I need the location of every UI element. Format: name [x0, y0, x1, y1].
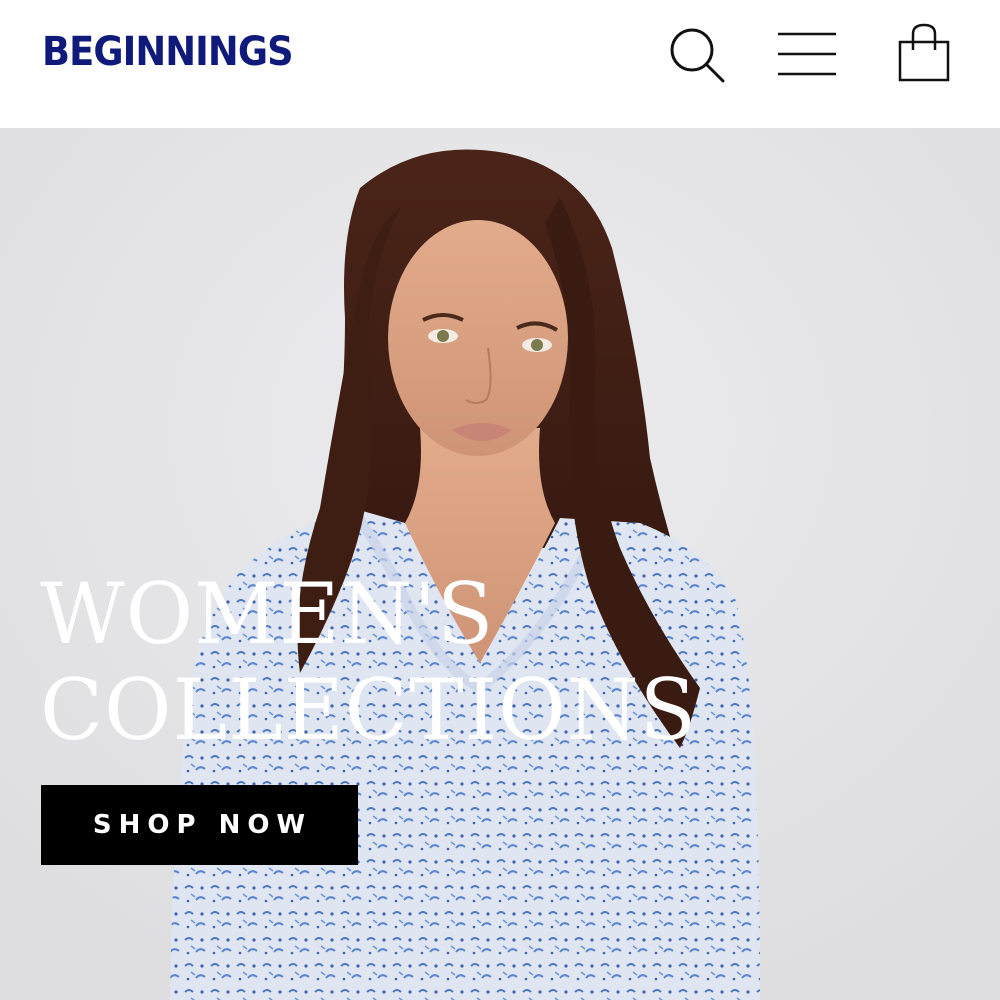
site-header: BEGINNINGS: [0, 0, 1000, 128]
hero-title-line2: COLLECTIONS: [40, 661, 698, 759]
model-photo: [0, 128, 1000, 1000]
brand-logo[interactable]: BEGINNINGS: [42, 24, 294, 80]
hamburger-menu-icon: [778, 32, 836, 76]
hero-banner: WOMEN'S COLLECTIONS SHOP NOW: [0, 128, 1000, 1000]
shopping-bag-icon: [898, 23, 950, 82]
hero-title: WOMEN'S COLLECTIONS: [40, 566, 710, 758]
hero-title-line1: WOMEN'S: [40, 565, 495, 663]
search-button[interactable]: [668, 26, 726, 84]
shop-now-button[interactable]: SHOP NOW: [41, 785, 358, 865]
menu-button[interactable]: [776, 30, 838, 78]
search-icon: [670, 28, 725, 83]
cart-button[interactable]: [896, 22, 952, 84]
page: BEGINNINGS WOMEN'S COLLECTIONS SHOP NOW: [0, 0, 1000, 1000]
